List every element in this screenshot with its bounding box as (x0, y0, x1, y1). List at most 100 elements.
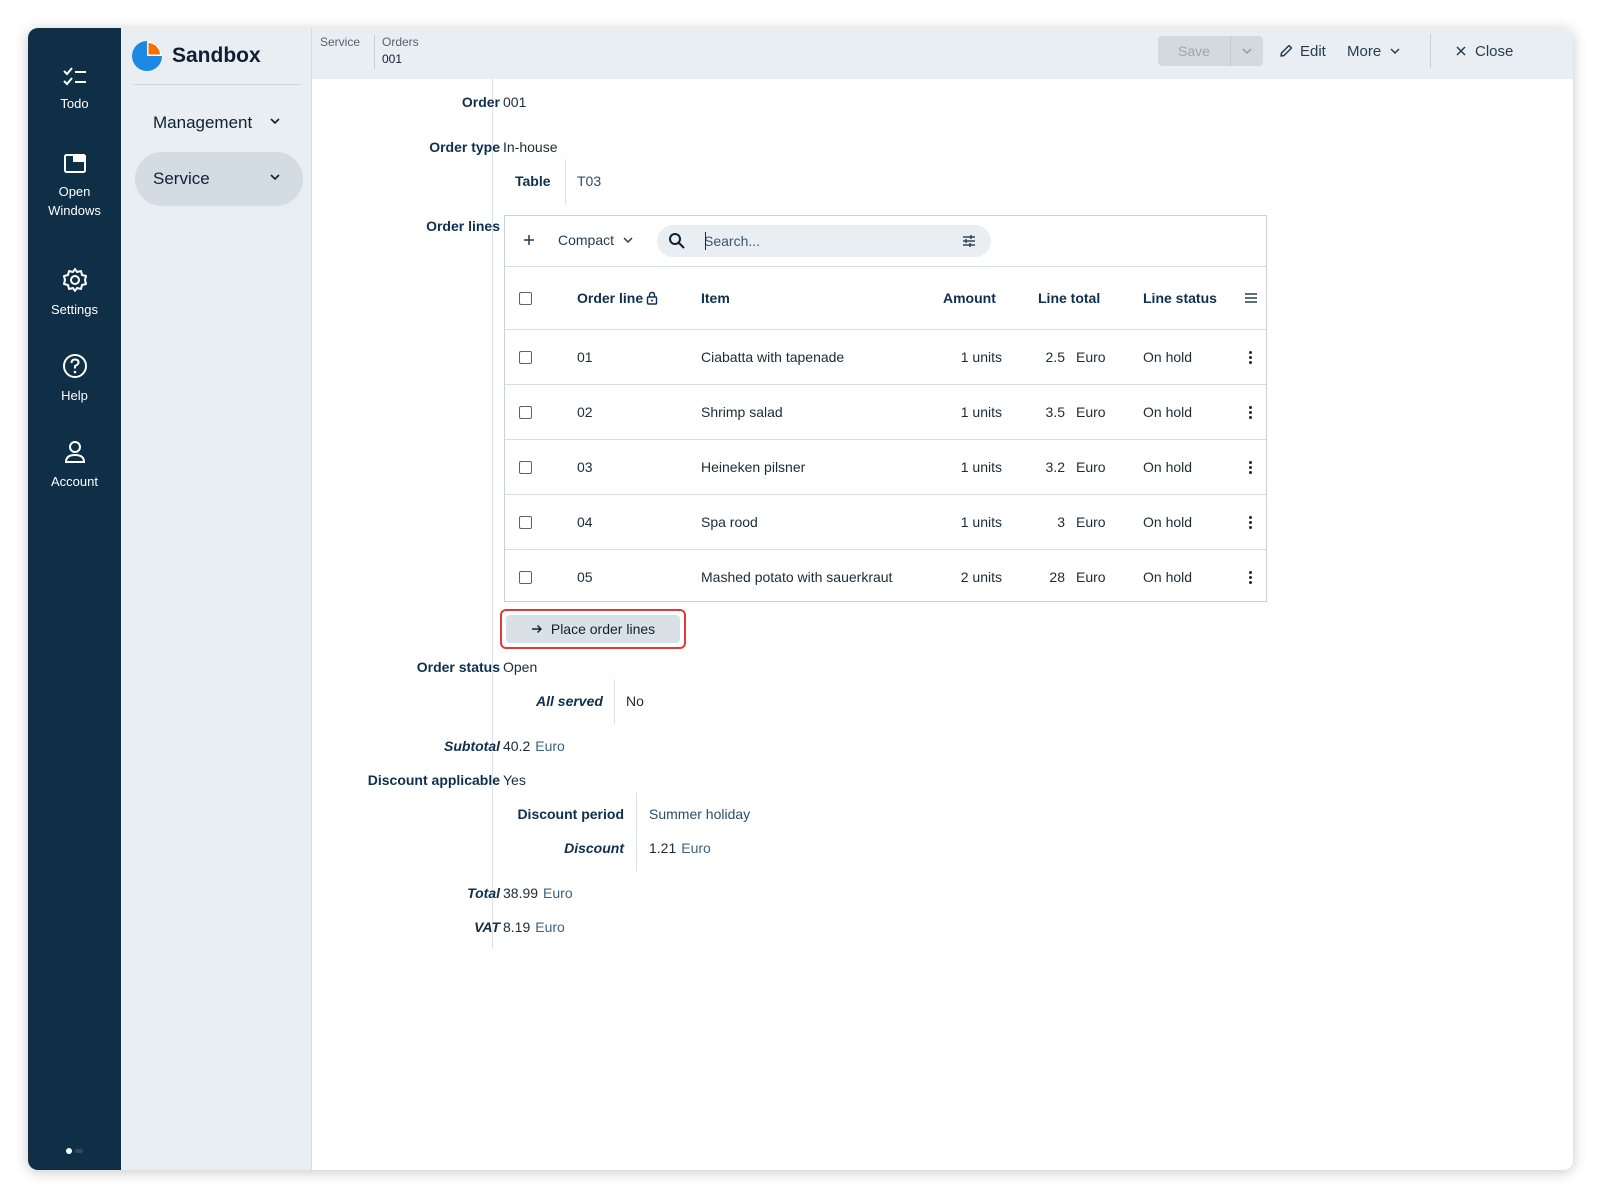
more-label: More (1347, 42, 1382, 60)
cell-line-status: On hold (1143, 349, 1193, 365)
row-actions-button[interactable] (1249, 440, 1252, 494)
all-served-divider (614, 679, 615, 725)
chevron-down-icon (1390, 48, 1400, 55)
add-line-button[interactable] (523, 230, 535, 251)
cell-line-status: On hold (1143, 514, 1193, 530)
cell-line-status: On hold (1143, 569, 1193, 585)
close-label: Close (1475, 42, 1514, 60)
cell-line-total: 28 (1049, 569, 1065, 585)
row-checkbox[interactable] (519, 515, 532, 529)
row-actions-button[interactable] (1249, 550, 1252, 604)
status-dot-secondary (75, 1149, 83, 1153)
cell-line-status: On hold (1143, 459, 1193, 475)
save-button[interactable]: Save (1158, 36, 1231, 66)
more-button[interactable]: More (1347, 36, 1401, 66)
menu-icon (1245, 293, 1257, 303)
subtotal-label: Subtotal (444, 738, 500, 754)
nav-item-label: Management (153, 113, 253, 132)
row-checkbox[interactable] (519, 460, 532, 474)
column-header-line-total[interactable]: Line total (1038, 267, 1100, 329)
user-icon (64, 441, 85, 463)
nav-item-label: Service (153, 169, 210, 188)
label-column-divider (492, 79, 493, 949)
status-dot (66, 1148, 72, 1154)
cell-line-total: 3.5 (1045, 404, 1065, 420)
total-value: 38.99 (503, 885, 539, 901)
cell-order-line: 02 (577, 404, 593, 420)
table-row[interactable]: 05 Mashed potato with sauerkraut 2 units… (505, 550, 1266, 604)
column-header-order-line[interactable]: Order line (577, 267, 658, 329)
nav-item-service[interactable]: Service (135, 152, 303, 206)
chevron-down-icon (623, 237, 633, 244)
table-row[interactable]: 02 Shrimp salad 1 units 3.5 Euro On hold (505, 385, 1266, 440)
order-lines-label: Order lines (426, 218, 500, 234)
cell-order-line: 05 (577, 569, 593, 585)
rail-item-todo[interactable]: Todo (28, 66, 121, 113)
edit-button[interactable]: Edit (1278, 36, 1326, 66)
place-order-lines-label: Place order lines (550, 621, 656, 637)
discount-applicable-value: Yes (503, 772, 526, 788)
search-input[interactable] (704, 231, 934, 251)
order-type-value: In-house (503, 139, 558, 155)
nav-item-management[interactable]: Management (135, 96, 303, 150)
save-button-group: Save (1158, 36, 1263, 66)
filter-sliders-icon[interactable] (961, 233, 977, 249)
table-row[interactable]: 01 Ciabatta with tapenade 1 units 2.5 Eu… (505, 330, 1266, 385)
row-checkbox[interactable] (519, 350, 532, 364)
kebab-icon (1249, 460, 1252, 474)
discount-applicable-label: Discount applicable (367, 772, 500, 788)
cell-item: Mashed potato with sauerkraut (701, 569, 893, 585)
breadcrumb-service[interactable]: Service (320, 34, 360, 51)
breadcrumb-record: 001 (382, 52, 403, 66)
kebab-icon (1249, 350, 1252, 364)
place-order-lines-button[interactable]: Place order lines (506, 615, 680, 643)
discount-label: Discount (564, 840, 624, 856)
chevron-down-icon (1242, 48, 1252, 55)
table-toolbar: Compact (505, 216, 1266, 267)
close-button[interactable]: Close (1455, 36, 1513, 66)
cell-currency: Euro (1076, 349, 1106, 365)
breadcrumb-orders[interactable]: Orders 001 (382, 34, 419, 68)
row-actions-button[interactable] (1249, 385, 1252, 439)
cell-item: Heineken pilsner (701, 459, 806, 475)
cell-item: Ciabatta with tapenade (701, 349, 845, 365)
row-actions-button[interactable] (1249, 330, 1252, 384)
order-value: 001 (503, 94, 527, 110)
row-checkbox[interactable] (519, 570, 532, 584)
table-value: T03 (577, 173, 602, 189)
column-menu-button[interactable] (1244, 267, 1258, 329)
column-header-amount[interactable]: Amount (943, 267, 996, 329)
order-status-label: Order status (416, 659, 500, 675)
save-options-button[interactable] (1231, 36, 1263, 66)
cell-amount: 1 units (960, 514, 1002, 530)
column-header-item[interactable]: Item (701, 267, 730, 329)
breadcrumb-divider (374, 35, 375, 69)
rail-item-help[interactable]: Help (28, 352, 121, 405)
row-actions-button[interactable] (1249, 495, 1252, 549)
brand[interactable]: Sandbox (131, 36, 301, 76)
search-icon (669, 233, 685, 249)
help-icon (62, 354, 87, 378)
column-header-line-status[interactable]: Line status (1143, 267, 1217, 329)
app-window: Todo Open Windows Settings Help Account … (28, 28, 1573, 1170)
vat-unit: Euro (535, 919, 565, 935)
discount-period-label: Discount period (517, 806, 624, 822)
table-row[interactable]: 04 Spa rood 1 units 3 Euro On hold (505, 495, 1266, 550)
cell-order-line: 03 (577, 459, 593, 475)
toolbar-divider (1430, 34, 1431, 68)
gear-icon (62, 268, 87, 292)
rail-label-account: Account (51, 474, 98, 489)
lock-icon (646, 291, 658, 305)
select-all-checkbox[interactable] (519, 291, 532, 305)
cell-currency: Euro (1076, 404, 1106, 420)
rail-item-open-windows[interactable]: Open Windows (28, 152, 121, 220)
rail-item-settings[interactable]: Settings (28, 266, 121, 319)
cell-line-total: 3.2 (1045, 459, 1065, 475)
table-label: Table (515, 173, 551, 189)
view-mode-dropdown[interactable]: Compact (558, 232, 634, 248)
rail-item-account[interactable]: Account (28, 438, 121, 491)
table-row[interactable]: 03 Heineken pilsner 1 units 3.2 Euro On … (505, 440, 1266, 495)
breadcrumb-section: Orders (382, 35, 419, 49)
vat-label: VAT (474, 919, 500, 935)
row-checkbox[interactable] (519, 405, 532, 419)
